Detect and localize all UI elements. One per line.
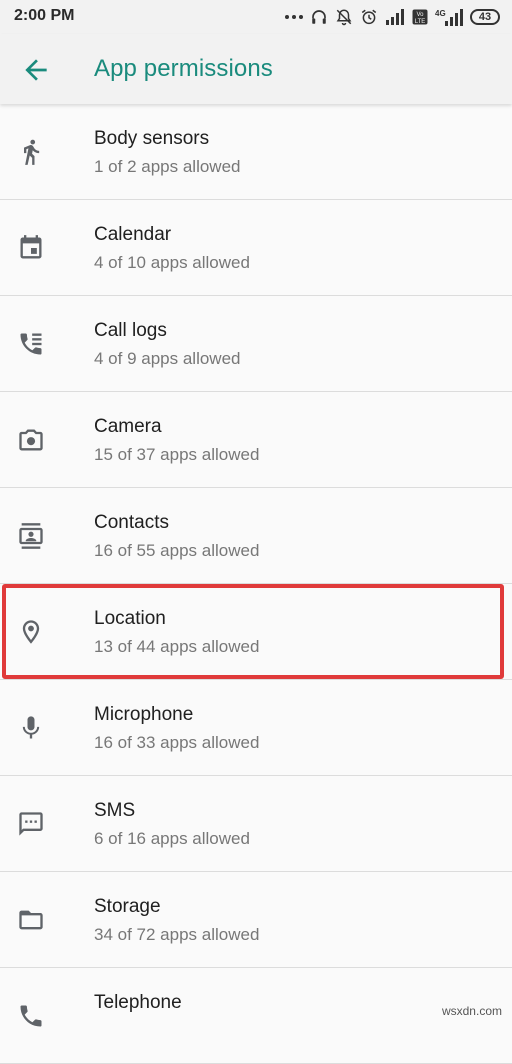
status-time: 2:00 PM	[14, 7, 75, 24]
permission-item-microphone[interactable]: Microphone 16 of 33 apps allowed	[0, 680, 512, 776]
permission-item-storage[interactable]: Storage 34 of 72 apps allowed	[0, 872, 512, 968]
permission-summary: 15 of 37 apps allowed	[94, 445, 260, 464]
watermark: wsxdn.com	[439, 1004, 504, 1018]
signal-icon	[386, 9, 404, 25]
permission-label: Camera	[94, 416, 162, 437]
signal-4g-icon: 4G	[435, 9, 463, 26]
permission-summary: 34 of 72 apps allowed	[94, 925, 260, 944]
sms-icon	[19, 812, 43, 836]
permission-label: Call logs	[94, 320, 167, 341]
microphone-icon	[22, 716, 40, 739]
battery-icon: 43	[470, 9, 500, 25]
status-bar: 2:00 PM Vo LTE 4G 43	[0, 0, 512, 34]
permission-item-call-logs[interactable]: Call logs 4 of 9 apps allowed	[0, 296, 512, 392]
alarm-icon	[361, 9, 377, 25]
permission-label: Storage	[94, 896, 161, 917]
volte-icon: Vo LTE	[412, 9, 428, 25]
svg-text:4G: 4G	[435, 9, 446, 18]
permission-item-telephone[interactable]: Telephone	[0, 968, 512, 1064]
camera-icon	[19, 429, 43, 451]
phone-icon	[20, 1005, 42, 1027]
svg-text:LTE: LTE	[415, 19, 426, 25]
permission-item-camera[interactable]: Camera 15 of 37 apps allowed	[0, 392, 512, 488]
permission-summary: 13 of 44 apps allowed	[94, 637, 260, 656]
permissions-list: Body sensors 1 of 2 apps allowed Calenda…	[0, 104, 512, 1064]
permission-label: SMS	[94, 800, 136, 821]
permission-item-body-sensors[interactable]: Body sensors 1 of 2 apps allowed	[0, 104, 512, 200]
permission-label: Body sensors	[94, 128, 210, 149]
body-sensors-icon	[24, 139, 40, 165]
permission-label: Contacts	[94, 512, 169, 533]
back-button[interactable]	[20, 54, 52, 86]
mute-icon	[336, 9, 352, 26]
more-dots-icon	[285, 15, 303, 19]
permission-item-calendar[interactable]: Calendar 4 of 10 apps allowed	[0, 200, 512, 296]
permission-summary: 4 of 9 apps allowed	[94, 349, 241, 368]
permission-item-contacts[interactable]: Contacts 16 of 55 apps allowed	[0, 488, 512, 584]
app-bar: App permissions	[0, 34, 512, 104]
arrow-back-icon	[25, 59, 47, 81]
call-log-icon	[20, 333, 42, 355]
headphones-icon	[312, 10, 326, 24]
permission-summary: 6 of 16 apps allowed	[94, 829, 250, 848]
status-icons: Vo LTE 4G 43	[285, 7, 500, 27]
permission-summary: 16 of 33 apps allowed	[94, 733, 260, 752]
contacts-icon	[19, 523, 43, 549]
permission-label: Calendar	[94, 224, 172, 245]
permission-summary: 4 of 10 apps allowed	[94, 253, 250, 272]
permission-label: Microphone	[94, 704, 194, 725]
permission-item-sms[interactable]: SMS 6 of 16 apps allowed	[0, 776, 512, 872]
page-title: App permissions	[94, 55, 273, 82]
permission-summary: 16 of 55 apps allowed	[94, 541, 260, 560]
location-icon	[22, 620, 40, 644]
permission-label: Telephone	[94, 992, 182, 1013]
calendar-icon	[20, 235, 42, 259]
permission-summary: 1 of 2 apps allowed	[94, 157, 241, 176]
permission-label: Location	[94, 608, 166, 629]
permission-item-location[interactable]: Location 13 of 44 apps allowed	[0, 584, 512, 680]
folder-icon	[19, 910, 43, 930]
svg-text:Vo: Vo	[416, 12, 424, 18]
